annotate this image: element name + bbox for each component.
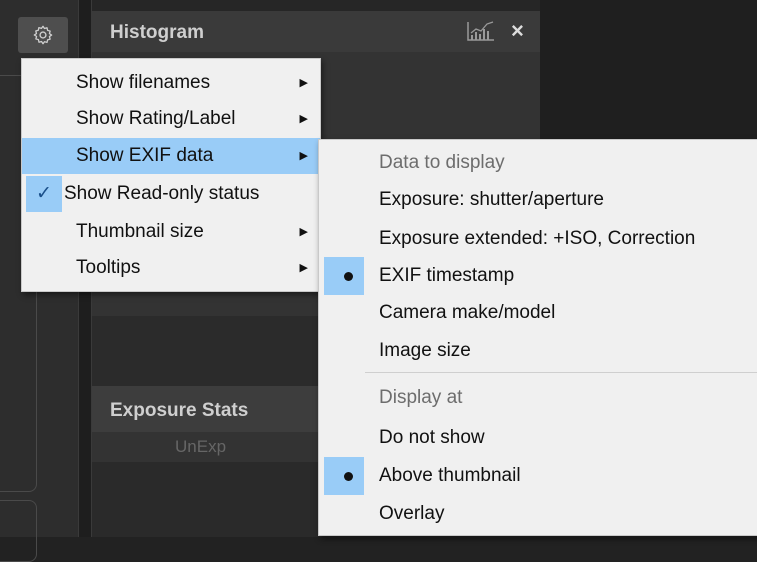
submenu-arrow-icon: ▶: [299, 150, 308, 162]
submenu-item-image-size[interactable]: Image size: [319, 332, 757, 370]
submenu-item-above-thumbnail[interactable]: Above thumbnail: [319, 457, 757, 495]
menu-item-show-exif-data[interactable]: Show EXIF data ▶: [22, 138, 320, 174]
menu-item-label: Thumbnail size: [76, 221, 204, 242]
section-label: Data to display: [379, 152, 505, 173]
panel-gap: [92, 316, 322, 386]
submenu-item-exif-timestamp[interactable]: EXIF timestamp: [319, 257, 757, 295]
submenu-item-label: EXIF timestamp: [379, 265, 515, 286]
submenu-arrow-icon: ▶: [299, 113, 308, 125]
gear-icon: [33, 25, 53, 45]
exposure-stats-body: [92, 462, 322, 537]
menu-item-label: Tooltips: [76, 257, 141, 278]
submenu-item-exposure[interactable]: Exposure: shutter/aperture: [319, 181, 757, 219]
submenu-arrow-icon: ▶: [299, 226, 308, 238]
submenu-item-label: Above thumbnail: [379, 465, 521, 486]
exposure-stats-title: Exposure Stats: [110, 400, 249, 421]
histogram-chart-icon[interactable]: [466, 20, 496, 42]
menu-item-label: Show Read-only status: [64, 183, 260, 204]
submenu-item-camera-make-model[interactable]: Camera make/model: [319, 294, 757, 332]
submenu-item-do-not-show[interactable]: Do not show: [319, 419, 757, 457]
menu-item-tooltips[interactable]: Tooltips ▶: [22, 250, 320, 286]
menu-item-label: Show filenames: [76, 72, 211, 93]
exposure-stats-column-unexp: UnExp: [175, 437, 227, 456]
section-label: Display at: [379, 387, 463, 408]
submenu-item-label: Image size: [379, 340, 471, 361]
submenu-arrow-icon: ▶: [299, 262, 308, 274]
histogram-title: Histogram: [110, 22, 204, 43]
submenu-item-overlay[interactable]: Overlay: [319, 495, 757, 533]
submenu-section-display-at: Display at: [319, 379, 757, 417]
menu-item-show-filenames[interactable]: Show filenames ▶: [22, 65, 320, 101]
submenu-section-data-to-display: Data to display: [319, 144, 757, 182]
radio-dot-icon: [344, 472, 353, 481]
submenu-item-label: Do not show: [379, 427, 485, 448]
submenu-item-label: Camera make/model: [379, 302, 556, 323]
submenu-item-label: Overlay: [379, 503, 445, 524]
menu-separator: [365, 372, 757, 373]
viewer-area: [540, 0, 757, 140]
histogram-close-button[interactable]: ×: [511, 18, 524, 44]
submenu-item-label: Exposure extended: +ISO, Correction: [379, 228, 696, 249]
submenu-item-label: Exposure: shutter/aperture: [379, 189, 604, 210]
exif-data-submenu: Data to display Exposure: shutter/apertu…: [318, 139, 757, 536]
submenu-arrow-icon: ▶: [299, 77, 308, 89]
settings-gear-button[interactable]: [18, 17, 68, 53]
settings-context-menu: Show filenames ▶ Show Rating/Label ▶ Sho…: [21, 58, 321, 292]
menu-item-label: Show Rating/Label: [76, 108, 236, 129]
radio-selected-cell: [324, 457, 364, 495]
left-panel-frame-lower: [0, 500, 37, 562]
submenu-item-exposure-extended[interactable]: Exposure extended: +ISO, Correction: [319, 220, 757, 258]
radio-dot-icon: [344, 272, 353, 281]
menu-item-thumbnail-size[interactable]: Thumbnail size ▶: [22, 214, 320, 250]
menu-item-show-rating-label[interactable]: Show Rating/Label ▶: [22, 101, 320, 137]
menu-item-show-read-only-status[interactable]: ✓ Show Read-only status: [22, 176, 320, 212]
checkmark-icon: ✓: [36, 183, 52, 204]
radio-selected-cell: [324, 257, 364, 295]
menu-item-label: Show EXIF data: [76, 145, 214, 166]
